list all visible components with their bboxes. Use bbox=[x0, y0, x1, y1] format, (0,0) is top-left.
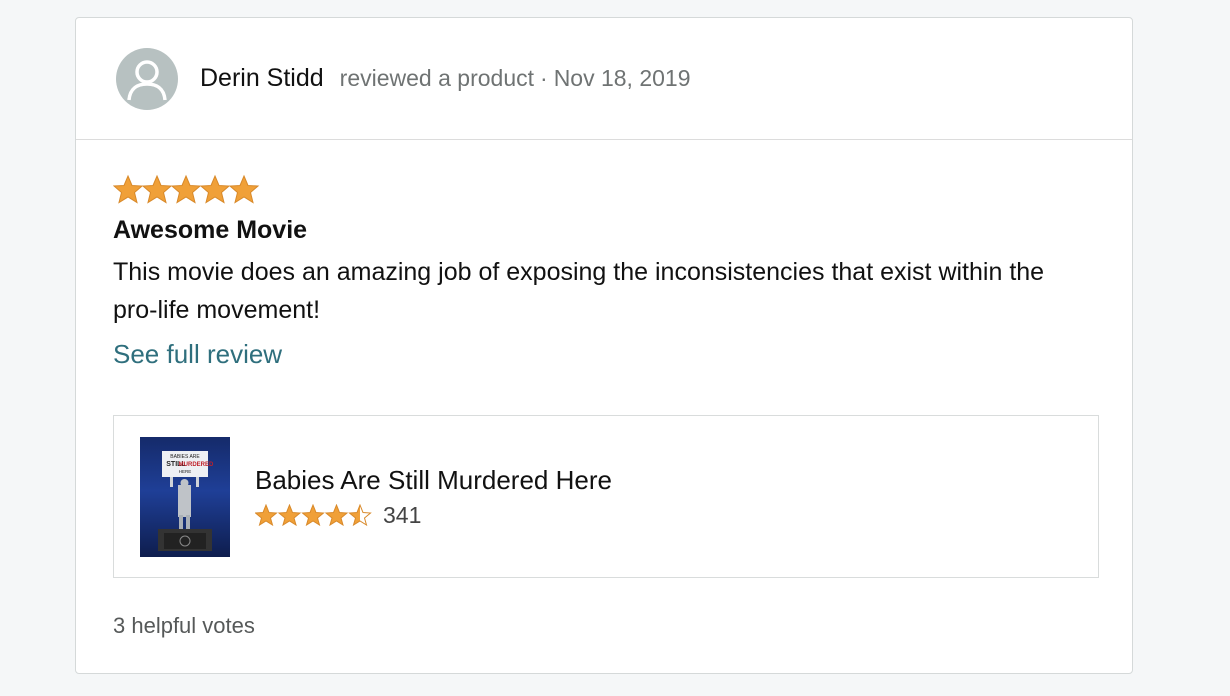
poster-line-4: HERE bbox=[179, 469, 192, 474]
review-date: Nov 18, 2019 bbox=[553, 65, 691, 91]
product-title[interactable]: Babies Are Still Murdered Here bbox=[255, 465, 612, 496]
poster-art-icon: BABIES ARE STILL MURDERED HERE bbox=[158, 450, 214, 551]
reviewer-name[interactable]: Derin Stidd bbox=[200, 64, 324, 93]
product-rating: 341 bbox=[255, 502, 612, 529]
rating-count[interactable]: 341 bbox=[383, 502, 421, 529]
helpful-votes: 3 helpful votes bbox=[113, 613, 255, 638]
review-meta: reviewed a product · Nov 18, 2019 bbox=[340, 65, 691, 92]
see-full-review-link[interactable]: See full review bbox=[113, 339, 282, 370]
review-card: Derin Stidd reviewed a product · Nov 18, 2… bbox=[75, 17, 1133, 674]
avatar[interactable] bbox=[116, 47, 178, 110]
meta-separator: · bbox=[540, 65, 548, 91]
product-poster[interactable]: BABIES ARE STILL MURDERED HERE bbox=[140, 436, 230, 557]
poster-line-1: BABIES ARE bbox=[170, 454, 200, 460]
review-action: reviewed a product bbox=[339, 65, 535, 91]
star-rating-icon bbox=[113, 174, 260, 204]
product-info: Babies Are Still Murdered Here 341 bbox=[255, 465, 612, 529]
review-text: This movie does an amazing job of exposi… bbox=[113, 258, 1045, 324]
user-icon bbox=[127, 59, 167, 100]
review-rating bbox=[113, 170, 1095, 210]
poster-line-3: MURDERED bbox=[179, 462, 214, 468]
review-title: Awesome Movie bbox=[113, 216, 308, 244]
product-card[interactable]: BABIES ARE STILL MURDERED HERE Babies Ar… bbox=[113, 415, 1099, 578]
review-header: Derin Stidd reviewed a product · Nov 18, 2… bbox=[76, 18, 1132, 140]
review-body: Awesome Movie This movie does an amazing… bbox=[76, 140, 1132, 370]
star-rating-icon bbox=[255, 504, 372, 526]
